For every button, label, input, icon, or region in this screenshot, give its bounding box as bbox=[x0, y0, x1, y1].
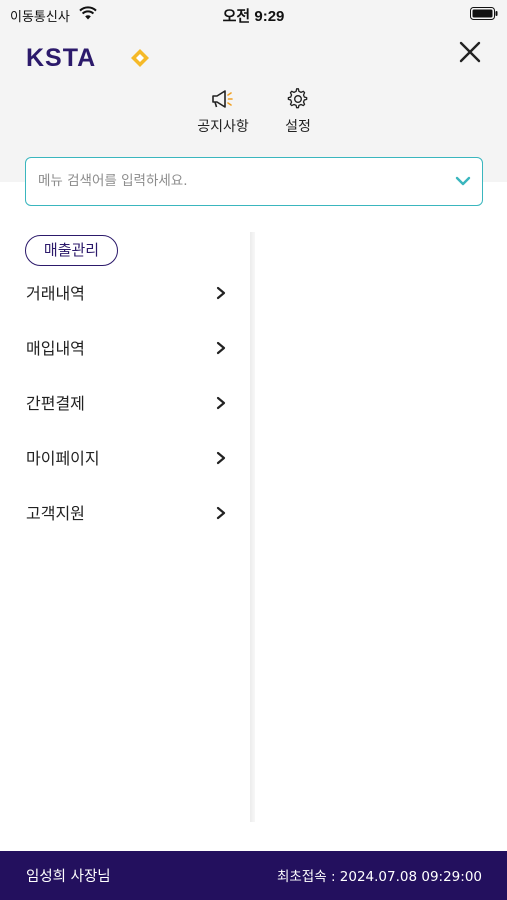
menu-item-transactions[interactable]: 거래내역 bbox=[0, 267, 250, 317]
notice-label: 공지사항 bbox=[197, 119, 249, 135]
logo-text: KSTA bbox=[26, 44, 96, 72]
category-tab-sales[interactable]: 매출관리 bbox=[25, 235, 118, 266]
chevron-right-icon bbox=[216, 451, 226, 465]
notice-button[interactable]: 공지사항 bbox=[188, 88, 258, 136]
chevron-right-icon bbox=[216, 286, 226, 300]
chevron-right-icon bbox=[216, 341, 226, 355]
menu-item-label: 고객지원 bbox=[26, 504, 85, 523]
megaphone-icon bbox=[212, 90, 233, 108]
battery-icon bbox=[470, 7, 498, 20]
menu-item-purchases[interactable]: 매입내역 bbox=[0, 322, 250, 372]
chevron-down-icon[interactable] bbox=[454, 173, 472, 189]
menu-search bbox=[25, 157, 483, 206]
close-button[interactable] bbox=[456, 38, 484, 66]
status-time: 오전 9:29 bbox=[222, 8, 285, 25]
status-bar: 이동통신사 오전 9:29 bbox=[0, 0, 507, 28]
last-login-time: 최초접속 : 2024.07.08 09:29:00 bbox=[276, 869, 482, 885]
settings-button[interactable]: 설정 bbox=[263, 88, 333, 136]
gear-icon bbox=[287, 88, 308, 109]
menu-item-label: 마이페이지 bbox=[26, 449, 100, 468]
logo-diamond-icon bbox=[131, 49, 149, 67]
menu-list: 매출관리 거래내역 매입내역 간편결제 마이페이지 고객지원 bbox=[0, 232, 250, 822]
menu-item-label: 거래내역 bbox=[26, 284, 85, 303]
menu-item-easy-payment[interactable]: 간편결제 bbox=[0, 377, 250, 427]
column-divider bbox=[250, 232, 255, 822]
footer-bar: 임성희 사장님 최초접속 : 2024.07.08 09:29:00 bbox=[0, 851, 507, 900]
settings-label: 설정 bbox=[285, 119, 311, 135]
chevron-right-icon bbox=[216, 396, 226, 410]
user-name: 임성희 사장님 bbox=[26, 869, 111, 885]
menu-item-label: 매입내역 bbox=[26, 339, 85, 358]
menu-item-label: 간편결제 bbox=[26, 394, 85, 413]
menu-item-customer-support[interactable]: 고객지원 bbox=[0, 487, 250, 537]
ksta-logo: KSTA bbox=[26, 44, 149, 72]
chevron-right-icon bbox=[216, 506, 226, 520]
search-input[interactable] bbox=[38, 158, 438, 204]
menu-item-my-page[interactable]: 마이페이지 bbox=[0, 432, 250, 482]
